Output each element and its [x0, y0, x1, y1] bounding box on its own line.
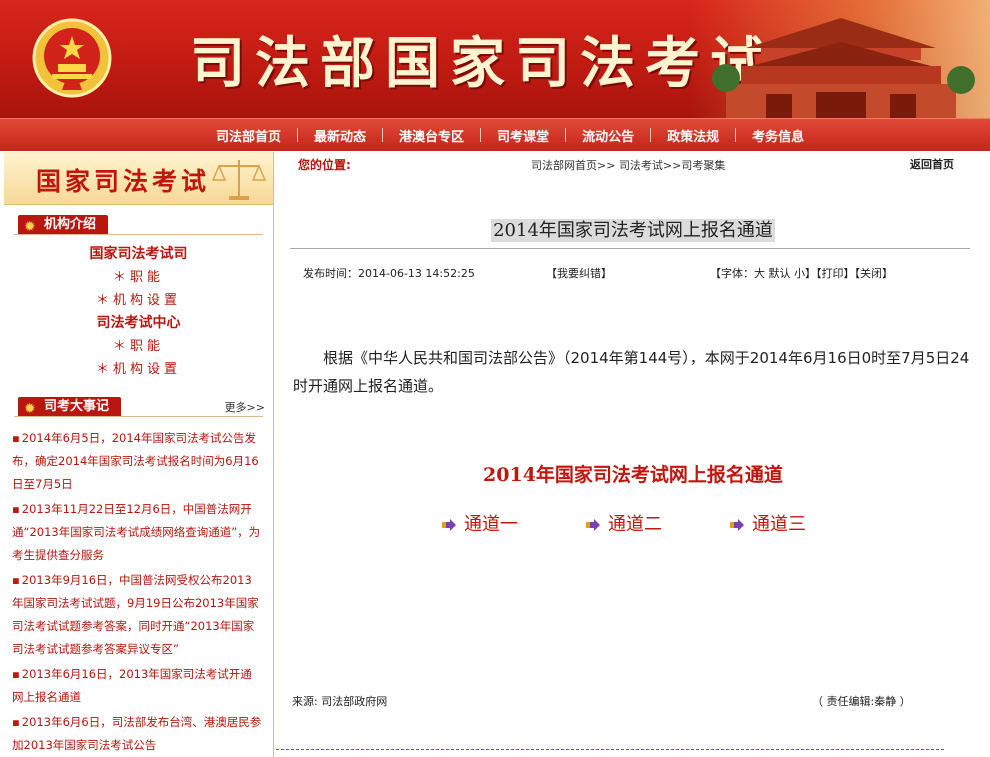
channel-label: 通道一	[464, 514, 518, 535]
channel-label: 通道三	[752, 514, 806, 535]
channel-3-link[interactable]: 通道三	[730, 510, 806, 536]
bullet-icon: ▪	[12, 573, 20, 587]
title-divider	[290, 248, 970, 249]
nav-latest-news[interactable]: 最新动态	[298, 126, 382, 145]
channel-2-link[interactable]: 通道二	[586, 510, 662, 536]
event-text: 2013年11月22日至12月6日，中国普法网开通“2013年国家司法考试成绩网…	[12, 502, 261, 562]
nav-exam-class[interactable]: 司考课堂	[481, 126, 565, 145]
font-size-end: 】	[805, 267, 816, 280]
report-error-link[interactable]: 【我要纠错】	[546, 265, 612, 281]
event-item[interactable]: ▪ 2013年9月16日，中国普法网受权公布2013年国家司法考试试题，9月19日…	[12, 569, 263, 661]
nav-home[interactable]: 司法部首页	[200, 126, 297, 145]
bullet-icon: ▪	[12, 431, 20, 445]
article-editor: （ 责任编辑:秦静 ）	[812, 695, 911, 708]
nav-notices[interactable]: 流动公告	[566, 126, 650, 145]
national-emblem-icon	[32, 18, 112, 98]
back-home-link[interactable]: 返回首页	[910, 156, 954, 172]
event-text: 2013年9月16日，中国普法网受权公布2013年国家司法考试试题，9月19日公…	[12, 573, 259, 656]
publish-time: 发布时间：2014-06-13 14:52:25	[303, 267, 475, 280]
site-banner: 司法部国家司法考试司	[0, 0, 990, 118]
event-item[interactable]: ▪ 2013年6月6日，司法部发布台湾、港澳居民参加2013年国家司法考试公告	[12, 711, 263, 757]
channel-1-link[interactable]: 通道一	[442, 510, 518, 536]
bullet-icon: ▪	[12, 667, 20, 681]
section-divider	[14, 416, 263, 417]
breadcrumb-home-link[interactable]: 司法部网首页>>	[531, 159, 615, 172]
section-divider	[14, 234, 263, 235]
event-item[interactable]: ▪ 2013年6月16日，2013年国家司法考试开通网上报名通道	[12, 663, 263, 709]
article-tools: 【字体：大 默认 小】【打印】【关闭】	[710, 265, 893, 281]
events-section-header: ✹ 司考大事记 更多>>	[4, 393, 273, 421]
print-link[interactable]: 【打印】	[816, 267, 855, 280]
nav-exam-affairs[interactable]: 考务信息	[736, 126, 820, 145]
arrow-right-icon	[730, 519, 744, 531]
scales-of-justice-icon	[211, 160, 267, 200]
event-text: 2013年6月6日，司法部发布台湾、港澳居民参加2013年国家司法考试公告	[12, 715, 262, 752]
org-center-functions-link[interactable]: ＊职能	[4, 335, 273, 358]
article-title-wrap: 2014年国家司法考试网上报名通道	[276, 216, 990, 242]
events-section-title: 司考大事记	[44, 399, 110, 414]
main-nav: 司法部首页 最新动态 港澳台专区 司考课堂 流动公告 政策法规 考务信息	[0, 118, 990, 151]
arrow-right-icon	[586, 519, 600, 531]
events-list: ▪ 2014年6月5日，2014年国家司法考试公告发布，确定2014年国家司法考试…	[4, 421, 273, 757]
event-item[interactable]: ▪ 2014年6月5日，2014年国家司法考试公告发布，确定2014年国家司法考试…	[12, 427, 263, 496]
org-center-structure-link[interactable]: ＊机构设置	[4, 358, 273, 381]
registration-title: 2014年国家司法考试网上报名通道	[483, 464, 783, 486]
channel-label: 通道二	[608, 514, 662, 535]
article-source: 来源: 司法部政府网	[292, 695, 388, 708]
events-more-link[interactable]: 更多>>	[225, 399, 265, 415]
article-title: 2014年国家司法考试网上报名通道	[491, 219, 775, 242]
breadcrumb-section-link[interactable]: 司法考试>>司考聚集	[619, 159, 725, 172]
font-size-large[interactable]: 大	[754, 267, 765, 280]
org-section-header: ✹ 机构介绍	[4, 211, 273, 239]
org-exam-center[interactable]: 司法考试中心	[4, 312, 273, 335]
org-dept-structure-link[interactable]: ＊机构设置	[4, 289, 273, 312]
events-section-tag: ✹ 司考大事记	[18, 397, 122, 417]
sidebar: 国家司法考试 ✹ 机构介绍 国家司法考试司 ＊职能 ＊机构设置 司法考试中心 ＊…	[4, 152, 274, 757]
org-list: 国家司法考试司 ＊职能 ＊机构设置 司法考试中心 ＊职能 ＊机构设置	[4, 239, 273, 381]
font-size-default[interactable]: 默认	[769, 267, 791, 280]
org-section-tag: ✹ 机构介绍	[18, 215, 109, 235]
sidebar-header: 国家司法考试	[4, 152, 273, 205]
event-text: 2014年6月5日，2014年国家司法考试公告发布，确定2014年国家司法考试报…	[12, 431, 259, 491]
location-label: 您的位置:	[298, 158, 351, 172]
tiananmen-illustration	[712, 18, 975, 118]
bullet-icon: ▪	[12, 715, 20, 729]
org-section-title: 机构介绍	[44, 217, 97, 232]
breadcrumb: 司法部网首页>> 司法考试>>司考聚集	[531, 157, 725, 173]
event-item[interactable]: ▪ 2013年11月22日至12月6日，中国普法网开通“2013年国家司法考试成绩…	[12, 498, 263, 567]
arrow-right-icon	[442, 519, 456, 531]
close-link[interactable]: 【关闭】	[855, 267, 894, 280]
event-text: 2013年6月16日，2013年国家司法考试开通网上报名通道	[12, 667, 252, 704]
font-size-small[interactable]: 小	[794, 267, 805, 280]
font-size-label: 【字体：	[710, 267, 754, 280]
footer-divider	[276, 749, 944, 750]
bullet-icon: ▪	[12, 502, 20, 516]
org-dept-functions-link[interactable]: ＊职能	[4, 266, 273, 289]
article-paragraph: 根据《中华人民共和国司法部公告》（2014年第144号），本网于2014年6月1…	[293, 349, 970, 395]
nav-policy[interactable]: 政策法规	[651, 126, 735, 145]
main-content: 您的位置: 司法部网首页>> 司法考试>>司考聚集 返回首页 2014年国家司法…	[276, 152, 990, 757]
nav-hk-macao-taiwan[interactable]: 港澳台专区	[383, 126, 480, 145]
sidebar-header-title: 国家司法考试	[36, 167, 211, 196]
org-judicial-exam-dept[interactable]: 国家司法考试司	[4, 243, 273, 266]
